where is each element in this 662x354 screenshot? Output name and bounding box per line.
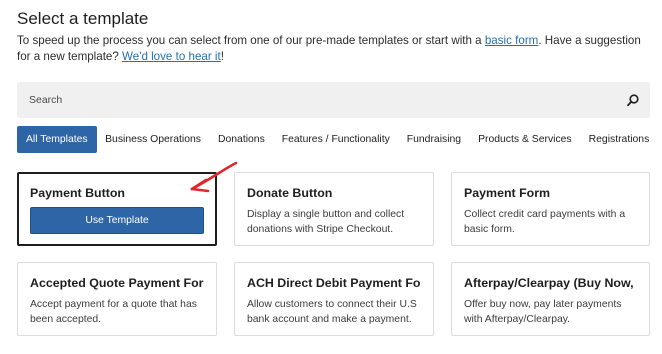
select-template-panel: Select a template To speed up the proces…: [0, 0, 662, 354]
template-card-title: Accepted Quote Payment Form: [30, 276, 204, 290]
template-card-description: Allow customers to connect their U.S ban…: [247, 299, 417, 325]
tab-business-operations[interactable]: Business Operations: [97, 126, 210, 153]
template-card-title: Afterpay/Clearpay (Buy Now, ...: [464, 276, 637, 290]
basic-form-link[interactable]: basic form: [485, 34, 538, 47]
search-input[interactable]: [17, 82, 650, 118]
tab-registrations[interactable]: Registrations: [580, 126, 658, 153]
search-icon[interactable]: [626, 93, 640, 107]
template-card-title: Payment Form: [464, 186, 551, 200]
tab-products-services[interactable]: Products & Services: [470, 126, 581, 153]
template-card-afterpay-clearpay[interactable]: Afterpay/Clearpay (Buy Now, ... Offer bu…: [451, 262, 650, 336]
tab-donations[interactable]: Donations: [209, 126, 273, 153]
intro-text: To speed up the process you can select f…: [17, 33, 649, 65]
template-card-description: Offer buy now, pay later payments with A…: [464, 299, 622, 325]
template-card-description: Accept payment for a quote that has been…: [30, 299, 197, 325]
template-card-description: Display a single button and collect dona…: [247, 209, 405, 235]
intro-text-start: To speed up the process you can select f…: [17, 34, 485, 47]
tab-fundraising[interactable]: Fundraising: [398, 126, 469, 153]
tab-all-templates[interactable]: All Templates: [17, 126, 97, 153]
template-card-title: Payment Button: [30, 186, 125, 200]
tab-features-functionality[interactable]: Features / Functionality: [273, 126, 398, 153]
page-title: Select a template: [17, 9, 149, 28]
template-card-donate-button[interactable]: Donate Button Display a single button an…: [234, 172, 434, 246]
suggestion-link[interactable]: We'd love to hear it: [122, 50, 221, 63]
template-search: [17, 82, 650, 118]
intro-text-end: !: [220, 50, 224, 63]
template-card-accepted-quote-payment-form[interactable]: Accepted Quote Payment Form Accept payme…: [17, 262, 217, 336]
use-template-button[interactable]: Use Template: [30, 207, 204, 234]
template-card-ach-direct-debit-payment-form[interactable]: ACH Direct Debit Payment Form Allow cust…: [234, 262, 434, 336]
template-card-payment-form[interactable]: Payment Form Collect credit card payment…: [451, 172, 650, 246]
template-card-title: ACH Direct Debit Payment Form: [247, 276, 421, 290]
template-card-title: Donate Button: [247, 186, 333, 200]
annotation-arrow-icon: [190, 161, 238, 193]
template-card-description: Collect credit card payments with a basi…: [464, 209, 626, 235]
category-tabs: All Templates Business Operations Donati…: [17, 126, 658, 153]
